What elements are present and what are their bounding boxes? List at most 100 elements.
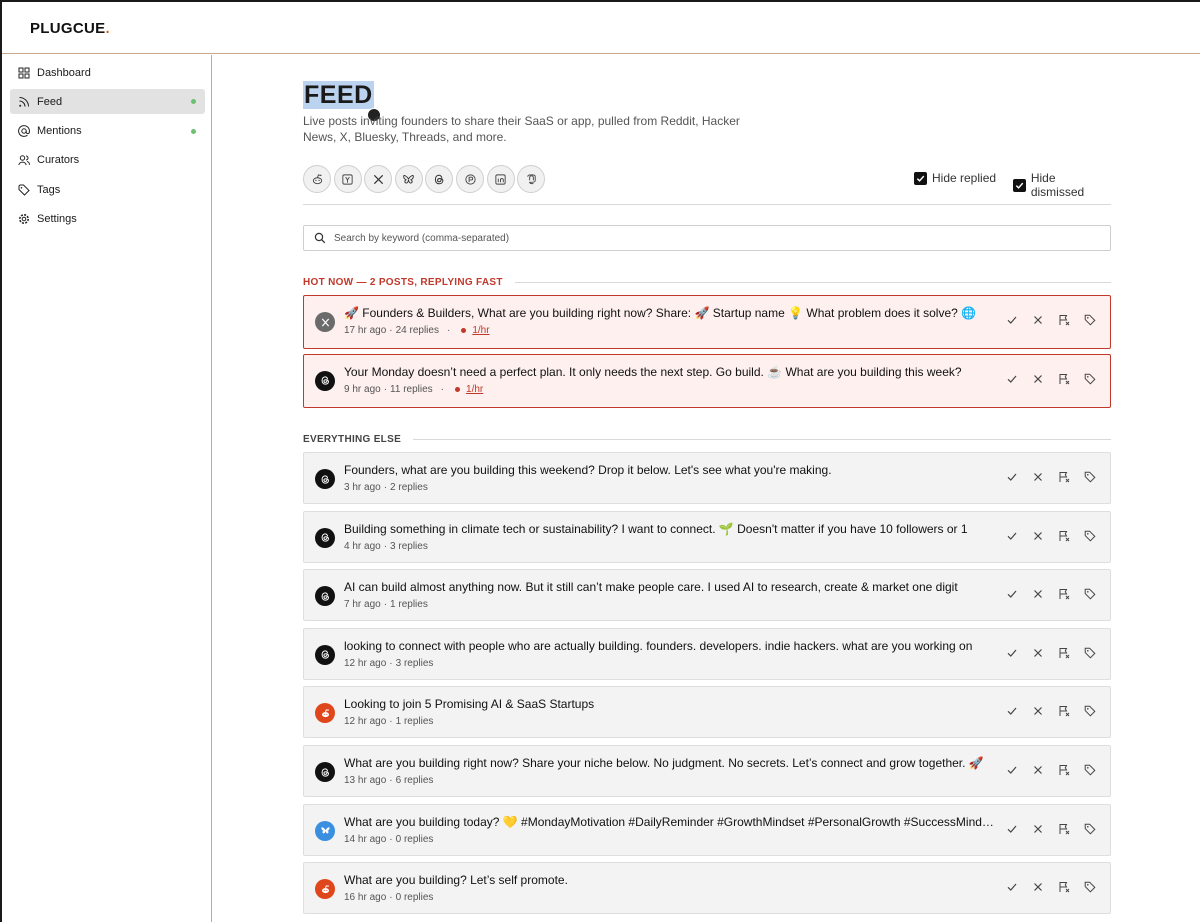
post-title[interactable]: What are you building today? 💛 #MondayMo… — [344, 815, 994, 829]
post-age: 12 hr ago — [344, 716, 387, 728]
source-filter-x[interactable] — [364, 165, 393, 193]
flag-button[interactable] — [1058, 373, 1070, 385]
post-title[interactable]: Founders, what are you building this wee… — [344, 463, 994, 477]
source-filter-reddit[interactable] — [303, 165, 331, 193]
sidebar-item-dashboard[interactable]: Dashboard — [10, 60, 205, 85]
dismiss-button[interactable] — [1032, 373, 1044, 385]
sidebar: Dashboard Feed Mentions Curators Tags Setting… — [2, 55, 212, 922]
mark-replied-button[interactable] — [1006, 530, 1018, 542]
sidebar-item-settings[interactable]: Settings — [10, 207, 205, 232]
post-title[interactable]: What are you building? Let’s self promot… — [344, 873, 994, 887]
dismiss-button[interactable] — [1032, 314, 1044, 326]
source-filter-linkedin[interactable] — [486, 165, 515, 193]
logo[interactable]: PLUGCUE. — [30, 20, 110, 37]
mark-replied-button[interactable] — [1006, 881, 1018, 893]
source-filter-producthunt[interactable] — [456, 165, 484, 193]
dismiss-button[interactable] — [1032, 647, 1044, 659]
threads-avatar-icon — [315, 762, 335, 782]
tag-button[interactable] — [1084, 881, 1096, 893]
source-filter-threads[interactable] — [425, 165, 454, 193]
reply-rate-value[interactable]: 1/hr — [472, 325, 489, 336]
post-title[interactable]: Building something in climate tech or su… — [344, 522, 994, 536]
sidebar-item-tags[interactable]: Tags — [10, 177, 205, 202]
post-age: 4 hr ago — [344, 540, 381, 552]
post-card[interactable]: looking to connect with people who are a… — [303, 627, 1111, 680]
post-title[interactable]: Your Monday doesn’t need a perfect plan.… — [344, 365, 994, 379]
flag-button[interactable] — [1058, 314, 1070, 326]
sidebar-item-feed[interactable]: Feed — [10, 89, 205, 115]
flag-button[interactable] — [1058, 647, 1070, 659]
flag-button[interactable] — [1058, 764, 1070, 776]
hide-replied-checkbox[interactable]: Hide replied — [914, 171, 996, 185]
tag-button[interactable] — [1084, 314, 1096, 326]
hot-post-card[interactable]: Your Monday doesn’t need a perfect plan.… — [303, 353, 1111, 408]
dismiss-button[interactable] — [1032, 764, 1044, 776]
post-card[interactable]: Looking to join 5 Promising AI & SaaS St… — [303, 686, 1111, 739]
dismiss-button[interactable] — [1032, 471, 1044, 483]
hide-dismissed-checkbox[interactable]: Hide dismissed — [1013, 171, 1111, 199]
flag-button[interactable] — [1058, 705, 1070, 717]
dismiss-button[interactable] — [1032, 881, 1044, 893]
sidebar-item-curators[interactable]: Curators — [10, 148, 205, 173]
rss-icon — [18, 96, 37, 108]
sidebar-item-mentions[interactable]: Mentions — [10, 119, 205, 144]
search-input[interactable] — [334, 232, 1034, 244]
reply-rate-value[interactable]: 1/hr — [466, 384, 483, 395]
post-title[interactable]: 🚀 Founders & Builders, What are you buil… — [344, 306, 994, 320]
dismiss-icon — [1032, 705, 1044, 717]
meta-separator: · — [383, 540, 388, 552]
mark-replied-button[interactable] — [1006, 705, 1018, 717]
mark-replied-button[interactable] — [1006, 588, 1018, 600]
tag-button[interactable] — [1084, 647, 1096, 659]
tag-button[interactable] — [1084, 588, 1096, 600]
hot-post-card[interactable]: 🚀 Founders & Builders, What are you buil… — [303, 295, 1111, 349]
source-filter-hacker-news[interactable] — [333, 165, 362, 193]
post-age: 7 hr ago — [344, 599, 381, 611]
dismiss-button[interactable] — [1032, 588, 1044, 600]
tag-button[interactable] — [1084, 705, 1096, 717]
tag-button[interactable] — [1084, 823, 1096, 835]
mark-replied-button[interactable] — [1006, 764, 1018, 776]
mark-replied-button[interactable] — [1006, 373, 1018, 385]
dismiss-button[interactable] — [1032, 705, 1044, 717]
post-card[interactable]: AI can build almost anything now. But it… — [303, 569, 1111, 622]
flag-button[interactable] — [1058, 881, 1070, 893]
mark-replied-button[interactable] — [1006, 314, 1018, 326]
source-filter-mastodon[interactable] — [517, 165, 546, 193]
flag-button[interactable] — [1058, 471, 1070, 483]
post-card[interactable]: What are you building? Let’s self promot… — [303, 862, 1111, 915]
tag-button[interactable] — [1084, 373, 1096, 385]
post-title[interactable]: looking to connect with people who are a… — [344, 639, 994, 653]
post-card[interactable]: What are you building today? 💛 #MondayMo… — [303, 803, 1111, 856]
post-card[interactable]: What are you building right now? Share y… — [303, 745, 1111, 797]
flag-button[interactable] — [1058, 530, 1070, 542]
flag-button[interactable] — [1058, 588, 1070, 600]
mark-replied-button[interactable] — [1006, 647, 1018, 659]
post-card[interactable]: Building something in climate tech or su… — [303, 510, 1111, 563]
tag-button[interactable] — [1084, 530, 1096, 542]
x-avatar-icon — [315, 312, 335, 332]
post-title[interactable]: AI can build almost anything now. But it… — [344, 580, 994, 594]
tag-button[interactable] — [1084, 764, 1096, 776]
post-replies: 0 replies — [395, 833, 434, 845]
unread-indicator-dot — [191, 99, 196, 105]
search-box[interactable] — [303, 225, 1111, 251]
mark-replied-button[interactable] — [1006, 471, 1018, 483]
post-card[interactable]: Founders, what are you building this wee… — [303, 452, 1111, 504]
post-title[interactable]: What are you building right now? Share y… — [344, 756, 994, 770]
hot-section-header: HOT NOW — 2 POSTS, REPLYING FAST — [303, 277, 1111, 288]
mastodon-icon — [525, 173, 538, 186]
post-meta: 17 hr ago · 24 replies · 1/hr — [344, 325, 490, 336]
dismiss-button[interactable] — [1032, 823, 1044, 835]
post-actions — [1006, 373, 1096, 385]
dismiss-button[interactable] — [1032, 530, 1044, 542]
main-content: FEED Live posts inviting founders to sha… — [303, 55, 1111, 922]
post-replies: 3 replies — [395, 657, 434, 669]
post-actions — [1006, 314, 1096, 326]
source-filter-bluesky[interactable] — [394, 165, 423, 193]
mark-replied-button[interactable] — [1006, 823, 1018, 835]
tag-button[interactable] — [1084, 471, 1096, 483]
flag-button[interactable] — [1058, 823, 1070, 835]
post-title[interactable]: Looking to join 5 Promising AI & SaaS St… — [344, 697, 994, 711]
post-meta: 12 hr ago · 3 replies — [344, 658, 433, 669]
